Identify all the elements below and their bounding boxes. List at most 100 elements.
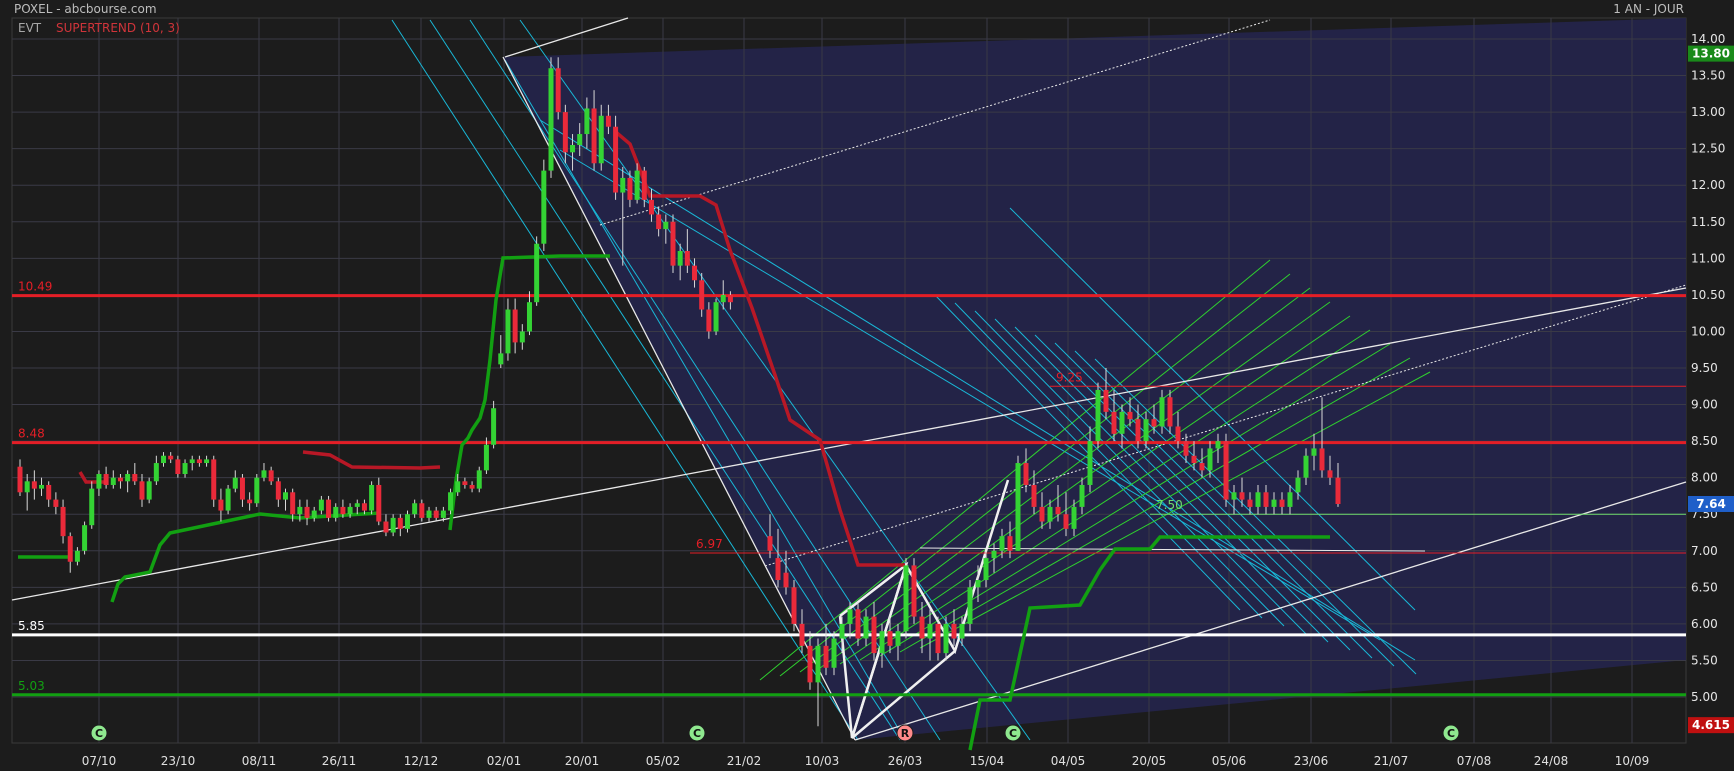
candle-body xyxy=(991,550,997,559)
y-tick-label: 8.50 xyxy=(1691,434,1718,448)
candle-body xyxy=(218,499,224,511)
x-tick-label: 02/01 xyxy=(487,754,522,768)
candle-body xyxy=(919,616,925,639)
candle-body xyxy=(89,488,95,526)
candle-body xyxy=(1039,506,1045,522)
candle-body xyxy=(562,112,568,153)
x-tick-label: 24/08 xyxy=(1534,754,1569,768)
candle-body xyxy=(791,587,797,624)
candle-body xyxy=(24,481,30,493)
level-label: 5.85 xyxy=(18,619,45,633)
candle-body xyxy=(139,481,145,500)
candle-body xyxy=(31,481,37,489)
price-badge-label: 4.615 xyxy=(1692,718,1730,732)
candle-body xyxy=(340,506,346,515)
candle-body xyxy=(713,302,719,332)
x-tick-label: 23/10 xyxy=(161,754,196,768)
candle-body xyxy=(96,474,102,489)
candle-body xyxy=(67,536,73,562)
candle-body xyxy=(505,309,511,354)
candle-body xyxy=(1031,484,1037,507)
price-badge-label: 13.80 xyxy=(1692,47,1730,61)
y-tick-label: 11.50 xyxy=(1691,215,1725,229)
candle-body xyxy=(1111,411,1117,434)
x-tick-label: 10/03 xyxy=(805,754,840,768)
candle-body xyxy=(74,550,80,562)
candle-body xyxy=(815,645,821,683)
candle-body xyxy=(677,251,683,266)
candle-body xyxy=(333,506,339,518)
candle-body xyxy=(1119,411,1125,434)
candle-body xyxy=(383,521,389,533)
x-tick-label: 07/10 xyxy=(82,754,117,768)
y-tick-label: 5.00 xyxy=(1691,690,1718,704)
candle-body xyxy=(283,492,289,500)
candle-body xyxy=(799,623,805,646)
candle-body xyxy=(232,477,238,489)
y-tick-label: 14.00 xyxy=(1691,32,1725,46)
candle-body xyxy=(168,455,174,460)
candle-body xyxy=(911,565,917,617)
candle-body xyxy=(476,470,482,489)
indicator-name: SUPERTREND (10, 3) xyxy=(56,21,180,35)
candle-body xyxy=(1255,492,1261,507)
level-label: 8.48 xyxy=(18,427,45,441)
candle-body xyxy=(1271,499,1277,507)
candle-body xyxy=(17,466,23,493)
candle-body xyxy=(570,145,576,153)
candle-body xyxy=(347,506,353,515)
candle-body xyxy=(376,484,382,522)
candle-body xyxy=(692,265,698,281)
candle-body xyxy=(1103,389,1109,412)
candle-body xyxy=(397,517,403,529)
candle-body xyxy=(404,514,410,529)
candle-body xyxy=(967,587,973,624)
candle-body xyxy=(483,444,489,471)
candle-body xyxy=(146,481,152,500)
candle-body xyxy=(1279,499,1285,507)
level-label: 10.49 xyxy=(18,280,52,294)
x-tick-label: 21/07 xyxy=(1374,754,1409,768)
candle-body xyxy=(469,484,475,489)
candle-body xyxy=(783,572,789,588)
candle-body xyxy=(117,477,123,482)
candle-body xyxy=(548,68,554,171)
candle-body xyxy=(297,506,303,515)
candle-body xyxy=(1263,492,1269,507)
candle-body xyxy=(1127,411,1133,420)
candle-body xyxy=(440,510,446,518)
y-tick-label: 10.50 xyxy=(1691,288,1725,302)
candle-body xyxy=(903,565,909,632)
event-marker-label: C xyxy=(1447,727,1455,740)
candle-body xyxy=(699,280,705,310)
candle-body xyxy=(641,170,647,200)
candle-body xyxy=(361,503,367,511)
candle-body xyxy=(1335,477,1341,504)
x-tick-label: 05/02 xyxy=(646,754,681,768)
candle-body xyxy=(935,623,941,654)
candle-body xyxy=(110,477,116,485)
x-tick-label: 05/06 xyxy=(1212,754,1247,768)
candle-body xyxy=(125,474,131,482)
candle-body xyxy=(847,609,853,624)
candle-body xyxy=(1063,514,1069,529)
candle-body xyxy=(1247,499,1253,507)
event-marker-label: C xyxy=(95,727,103,740)
x-tick-label: 12/12 xyxy=(404,754,439,768)
candle-body xyxy=(433,510,439,518)
candle-body xyxy=(534,243,540,303)
candle-body xyxy=(1287,492,1293,507)
y-tick-label: 13.00 xyxy=(1691,105,1725,119)
candle-body xyxy=(706,309,712,332)
candle-body xyxy=(1167,397,1173,427)
x-tick-label: 08/11 xyxy=(242,754,277,768)
candle-body xyxy=(541,170,547,244)
x-tick-label: 04/05 xyxy=(1051,754,1086,768)
candle-body xyxy=(498,353,504,365)
y-tick-label: 13.50 xyxy=(1691,69,1725,83)
candle-body xyxy=(775,558,781,581)
x-tick-label: 21/02 xyxy=(727,754,762,768)
candle-body xyxy=(684,251,690,266)
y-tick-label: 11.00 xyxy=(1691,251,1725,265)
candle-body xyxy=(823,645,829,668)
